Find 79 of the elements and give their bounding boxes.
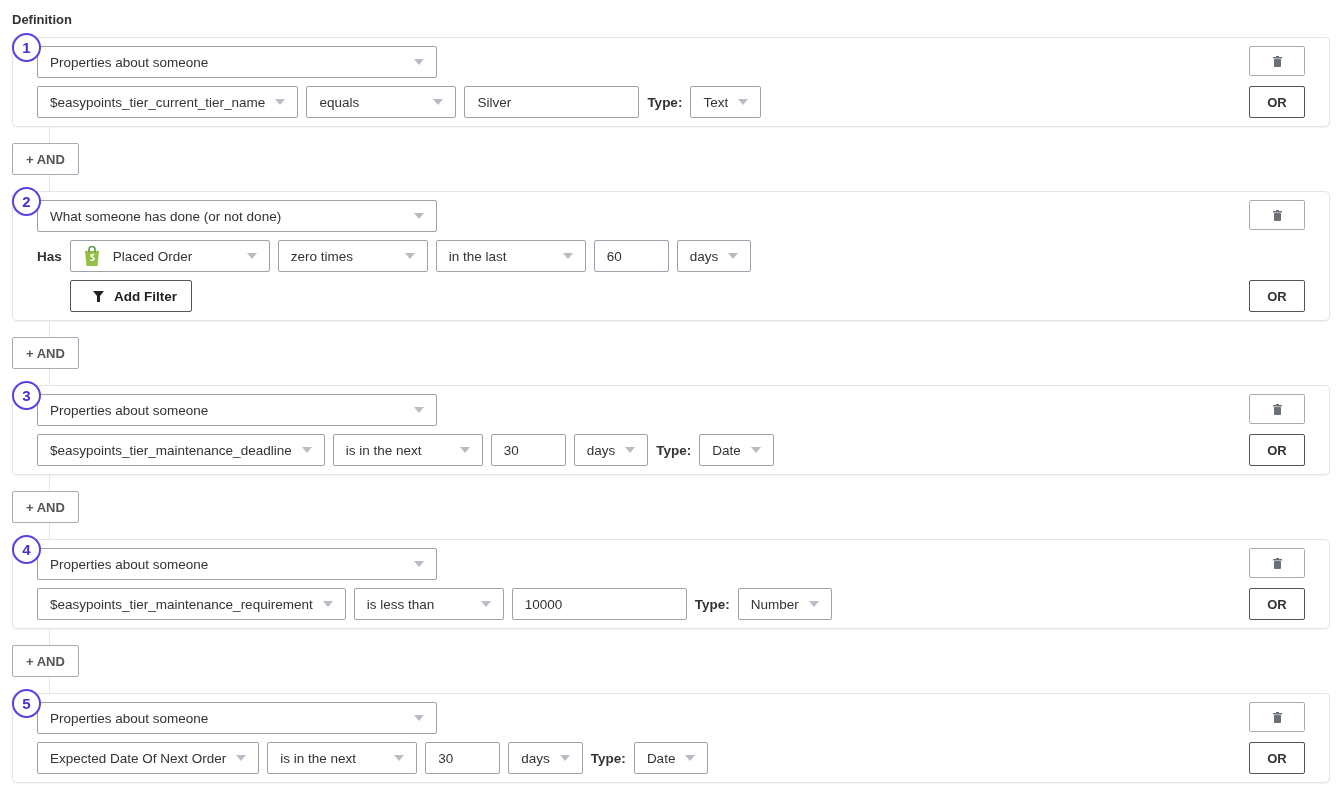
dropdown[interactable]: Text: [690, 86, 762, 118]
field-label: Type:: [694, 596, 730, 612]
caret-icon: [808, 601, 819, 607]
caret-icon: [414, 213, 424, 219]
trash-icon: [1272, 711, 1282, 723]
or-button[interactable]: OR: [1249, 434, 1305, 466]
caret-icon: [394, 755, 405, 761]
and-button[interactable]: + AND: [12, 337, 79, 369]
caret-icon: [275, 99, 286, 105]
delete-button[interactable]: [1249, 46, 1305, 76]
or-button[interactable]: OR: [1249, 588, 1305, 620]
delete-button[interactable]: [1249, 548, 1305, 578]
dropdown[interactable]: $easypoints_tier_current_tier_name: [37, 86, 299, 118]
caret-icon: [236, 755, 247, 761]
condition-type-dropdown[interactable]: Properties about someone: [37, 394, 437, 426]
field-label: Type:: [590, 750, 626, 766]
and-button[interactable]: + AND: [12, 491, 79, 523]
caret-icon: [322, 601, 333, 607]
value-field[interactable]: 10000: [511, 588, 687, 620]
caret-icon: [414, 561, 424, 567]
dropdown[interactable]: days: [676, 240, 752, 272]
caret-icon: [738, 99, 749, 105]
caret-icon: [625, 447, 636, 453]
caret-icon: [480, 601, 491, 607]
section-heading: Definition: [12, 12, 73, 27]
dropdown[interactable]: is in the next: [332, 434, 483, 466]
dropdown[interactable]: Date: [633, 742, 709, 774]
delete-button[interactable]: [1249, 200, 1305, 230]
trash-icon: [1272, 209, 1282, 221]
value-field[interactable]: Silver: [464, 86, 640, 118]
dropdown[interactable]: equals: [306, 86, 457, 118]
or-button[interactable]: OR: [1249, 86, 1305, 118]
caret-icon: [685, 755, 696, 761]
dropdown[interactable]: zero times: [277, 240, 428, 272]
caret-icon: [246, 253, 257, 259]
trash-icon: [1272, 55, 1282, 67]
caret-icon: [414, 59, 424, 65]
event-dropdown[interactable]: Placed Order: [69, 240, 270, 272]
filter-icon: [93, 290, 104, 302]
caret-icon: [433, 99, 444, 105]
delete-button[interactable]: [1249, 394, 1305, 424]
value-field[interactable]: 30: [425, 742, 501, 774]
caret-icon: [414, 407, 424, 413]
trash-icon: [1272, 403, 1282, 415]
condition-type-dropdown[interactable]: Properties about someone: [37, 46, 437, 78]
dropdown[interactable]: Expected Date Of Next Order: [37, 742, 260, 774]
or-button[interactable]: OR: [1249, 742, 1305, 774]
dropdown[interactable]: Number: [737, 588, 832, 620]
dropdown[interactable]: $easypoints_tier_maintenance_deadline: [37, 434, 325, 466]
condition-type-dropdown[interactable]: What someone has done (or not done): [37, 200, 437, 232]
condition-type-dropdown[interactable]: Properties about someone: [37, 548, 437, 580]
caret-icon: [728, 253, 739, 259]
dropdown[interactable]: is less than: [353, 588, 504, 620]
dropdown[interactable]: Date: [699, 434, 774, 466]
value-field[interactable]: 60: [593, 240, 669, 272]
and-button[interactable]: + AND: [12, 143, 79, 175]
field-label: Type:: [656, 442, 692, 458]
or-button[interactable]: OR: [1249, 280, 1305, 312]
dropdown[interactable]: $easypoints_tier_maintenance_requirement: [37, 588, 346, 620]
condition-type-dropdown[interactable]: Properties about someone: [37, 702, 437, 734]
caret-icon: [301, 447, 312, 453]
value-field[interactable]: 30: [490, 434, 566, 466]
delete-button[interactable]: [1249, 702, 1305, 732]
add-filter-button[interactable]: Add Filter: [70, 280, 192, 312]
caret-icon: [414, 715, 424, 721]
caret-icon: [562, 253, 573, 259]
dropdown[interactable]: is in the next: [267, 742, 418, 774]
trash-icon: [1272, 557, 1282, 569]
field-label: Has: [37, 248, 62, 264]
caret-icon: [750, 447, 761, 453]
dropdown[interactable]: days: [508, 742, 583, 774]
shopping-bag-icon: [82, 246, 101, 266]
caret-icon: [559, 755, 570, 761]
dropdown[interactable]: in the last: [435, 240, 586, 272]
caret-icon: [404, 253, 415, 259]
field-label: Type:: [647, 94, 683, 110]
caret-icon: [459, 447, 470, 453]
and-button[interactable]: + AND: [12, 645, 79, 677]
dropdown[interactable]: days: [573, 434, 649, 466]
